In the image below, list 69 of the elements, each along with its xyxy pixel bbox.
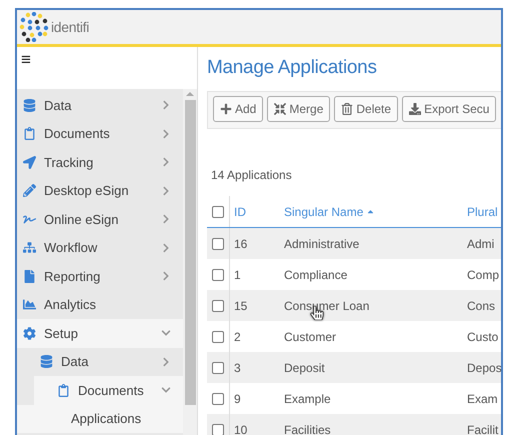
pencil-icon (22, 184, 36, 198)
chevron-down-icon (161, 328, 171, 338)
table-cell-text: Comp (466, 266, 500, 284)
gear-icon (22, 326, 36, 340)
select-all-checkbox[interactable] (212, 206, 224, 218)
paper-plane-icon (22, 156, 36, 169)
table-cell: 10 (229, 414, 277, 435)
sidebar-item[interactable]: Documents (17, 120, 183, 148)
sidebar-item[interactable]: Reporting (17, 262, 183, 290)
chevron-right-icon (161, 356, 171, 367)
sidebar-item[interactable]: Workflow (17, 234, 183, 262)
file-icon (22, 270, 36, 283)
chevron-right-icon (161, 100, 171, 110)
plus-icon (220, 103, 232, 115)
menu-icon[interactable]: ≡ (21, 51, 31, 68)
chevron-right-icon (161, 271, 171, 282)
compress-icon (274, 103, 286, 115)
toolbar-button[interactable]: Add (213, 96, 264, 122)
sidebar-item[interactable]: Documents (34, 376, 183, 404)
table-cell-text: Facilities (283, 422, 332, 435)
row-checkbox[interactable] (212, 424, 224, 435)
table-cell-text: Facilit (466, 422, 500, 435)
table-cell-text: Exam (466, 390, 499, 408)
chevron-right-icon (161, 214, 171, 224)
toolbar-button[interactable]: Delete (334, 96, 398, 122)
table-cell-text: Cons (466, 298, 496, 314)
table-cell-text: Compliance (283, 266, 348, 284)
sitemap-icon (22, 241, 36, 254)
row-checkbox[interactable] (212, 238, 224, 250)
page-title: Manage Applications (207, 57, 378, 79)
download-icon (409, 103, 422, 115)
table-cell-text: Administrative (283, 236, 360, 252)
area-chart-icon (22, 298, 36, 312)
row-checkbox[interactable] (212, 362, 224, 374)
record-count: 14 Applications (211, 168, 293, 182)
chevron-right-icon (161, 186, 171, 196)
database-icon (39, 355, 53, 368)
table-cell-text: Depos (466, 360, 501, 376)
row-checkbox[interactable] (212, 330, 224, 342)
logo-text: identifi (51, 19, 90, 35)
chevron-down-icon (161, 385, 171, 396)
toolbar-button[interactable]: Merge (267, 96, 330, 122)
sidebar-item[interactable]: Analytics (17, 290, 183, 319)
row-checkbox[interactable] (212, 268, 224, 280)
sidebar-item[interactable]: Applications (17, 404, 183, 433)
sidebar-item[interactable]: Data (17, 91, 183, 120)
clipboard-icon (22, 127, 36, 140)
sidebar-item[interactable]: Tracking (17, 148, 183, 176)
table-cell-text: Custo (466, 328, 500, 346)
table-cell-text: Customer (283, 328, 338, 346)
table-cell-text: Admi (466, 236, 496, 252)
scrollbar[interactable] (183, 89, 197, 435)
trash-icon (341, 103, 354, 115)
table-cell-text: Example (283, 390, 332, 408)
database-icon (22, 98, 36, 112)
toolbar-button[interactable]: Export Secu (402, 96, 496, 122)
chevron-right-icon (161, 128, 171, 139)
sidebar-item[interactable]: Setup (17, 319, 183, 348)
sidebar-item[interactable]: Data (17, 348, 183, 376)
chevron-right-icon (161, 157, 171, 168)
row-checkbox[interactable] (212, 300, 224, 312)
table-cell: Consumer Loan (277, 290, 461, 321)
row-checkbox[interactable] (212, 392, 224, 404)
sidebar-item[interactable]: Desktop eSign (17, 176, 183, 205)
clipboard-icon (56, 384, 70, 397)
chevron-right-icon (161, 242, 171, 253)
signature-icon (22, 212, 36, 226)
sidebar-item[interactable]: Online eSign (17, 205, 183, 234)
table-cell-text: Deposit (283, 360, 326, 376)
